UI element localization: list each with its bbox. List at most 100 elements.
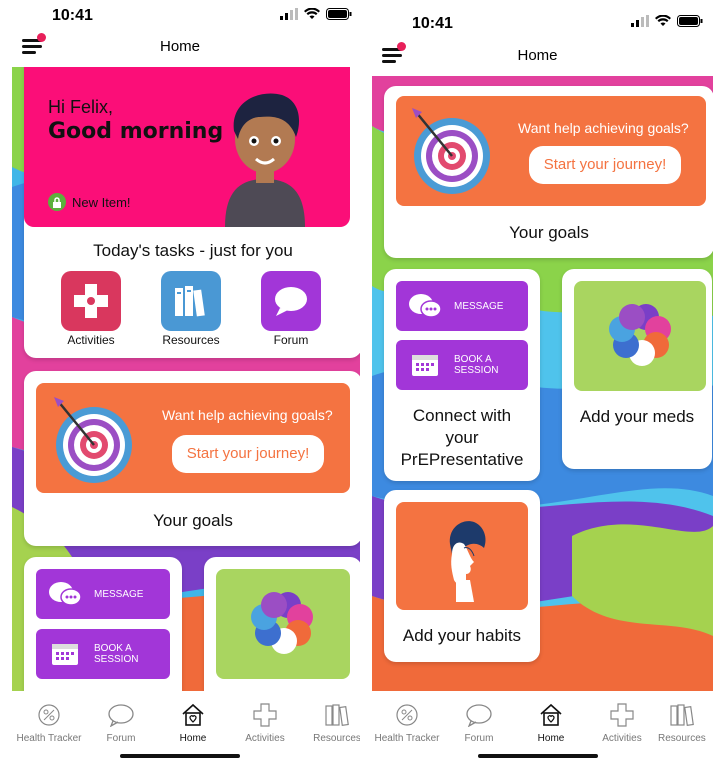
home-indicator bbox=[477, 754, 598, 758]
message-button[interactable]: MESSAGE bbox=[396, 281, 528, 331]
forum-label: Forum bbox=[273, 333, 309, 347]
forum-icon bbox=[466, 704, 492, 727]
signal-icon bbox=[280, 8, 298, 20]
page-title: Home bbox=[159, 38, 200, 55]
book-session-button[interactable]: BOOK A SESSION bbox=[36, 629, 170, 679]
nav-bar: Home bbox=[362, 42, 713, 70]
tab-forum[interactable]: Forum bbox=[444, 701, 514, 744]
meds-title: Add your meds bbox=[579, 407, 695, 426]
goals-card[interactable]: Want help achieving goals? Start your jo… bbox=[24, 371, 360, 546]
pills-flower-icon bbox=[609, 304, 671, 366]
target-icon bbox=[412, 108, 490, 194]
calendar-icon bbox=[408, 352, 442, 378]
message-label: MESSAGE bbox=[454, 300, 504, 312]
status-time: 10:41 bbox=[52, 7, 93, 24]
activities-icon bbox=[610, 703, 634, 727]
home-indicator bbox=[120, 754, 240, 758]
forum-tile[interactable] bbox=[261, 271, 321, 331]
new-item-badge[interactable]: New Item! bbox=[48, 193, 131, 211]
new-item-label: New Item! bbox=[72, 194, 131, 210]
person-head-icon bbox=[449, 521, 486, 602]
home-icon bbox=[182, 703, 204, 726]
target-icon bbox=[54, 397, 132, 483]
connect-title: Connect with your PrEPresentative bbox=[400, 406, 524, 469]
greeting-name: Hi Felix, bbox=[48, 97, 114, 117]
activities-label: Activities bbox=[67, 333, 115, 347]
habits-banner bbox=[396, 502, 528, 610]
tab-forum[interactable]: Forum bbox=[86, 701, 156, 744]
resources-tile[interactable] bbox=[161, 271, 221, 331]
nav-bar: Home bbox=[0, 33, 360, 61]
pills-flower-icon bbox=[251, 592, 313, 654]
resources-icon bbox=[670, 704, 694, 727]
goals-card[interactable]: Want help achieving goals? Start your jo… bbox=[384, 86, 713, 258]
habits-card[interactable]: Add your habits bbox=[384, 490, 540, 662]
book-session-label: BOOK A SESSION bbox=[94, 643, 139, 665]
activities-icon bbox=[253, 703, 277, 727]
battery-icon bbox=[326, 8, 352, 20]
health-tracker-icon bbox=[38, 704, 60, 726]
signal-icon bbox=[631, 15, 649, 27]
meds-card[interactable] bbox=[204, 557, 360, 691]
page-title: Home bbox=[517, 47, 558, 64]
calendar-icon bbox=[48, 641, 82, 667]
message-label: MESSAGE bbox=[94, 588, 144, 600]
health-tracker-icon bbox=[396, 704, 418, 726]
tab-bar: Health Tracker Forum Home Activities Res… bbox=[0, 691, 360, 758]
status-bar: 10:41 bbox=[0, 0, 360, 34]
message-icon bbox=[408, 293, 442, 319]
goals-banner: Want help achieving goals? Start your jo… bbox=[36, 383, 350, 493]
resources-icon bbox=[325, 704, 349, 727]
tasks-title: Today's tasks - just for you bbox=[93, 241, 293, 260]
goals-banner: Want help achieving goals? Start your jo… bbox=[396, 96, 706, 206]
tab-home[interactable]: Home bbox=[158, 701, 228, 744]
message-button[interactable]: MESSAGE bbox=[36, 569, 170, 619]
connect-card: MESSAGE BOOK A SESSION Connect with your … bbox=[384, 269, 540, 481]
greeting-card: Hi Felix, Good morning New Item! Today's… bbox=[24, 67, 360, 358]
greeting-banner: Hi Felix, Good morning New Item! bbox=[24, 67, 350, 227]
tab-activities[interactable]: Activities bbox=[587, 701, 657, 744]
goals-question: Want help achieving goals? bbox=[518, 120, 689, 136]
status-bar: 10:41 bbox=[362, 0, 713, 34]
home-scroll-area[interactable]: Want help achieving goals? Start your jo… bbox=[372, 76, 713, 691]
wifi-icon bbox=[304, 8, 320, 19]
home-icon bbox=[540, 703, 562, 726]
greeting-message: Good morning bbox=[48, 119, 224, 144]
tab-activities[interactable]: Activities bbox=[230, 701, 300, 744]
speech-bubble-icon bbox=[275, 287, 307, 316]
lock-icon bbox=[48, 193, 66, 211]
goals-question: Want help achieving goals? bbox=[162, 407, 333, 423]
phone-screen-home-scrolled: 10:41 Home Want help achieving goals? St… bbox=[362, 0, 713, 758]
status-time: 10:41 bbox=[412, 15, 453, 32]
message-icon bbox=[48, 581, 82, 607]
forum-icon bbox=[108, 704, 134, 727]
meds-banner bbox=[574, 281, 706, 391]
start-journey-button[interactable]: Start your journey! bbox=[529, 146, 681, 184]
battery-icon bbox=[677, 15, 703, 27]
meds-card[interactable]: Add your meds bbox=[562, 269, 712, 469]
activities-tile[interactable] bbox=[61, 271, 121, 331]
book-session-button[interactable]: BOOK A SESSION bbox=[396, 340, 528, 390]
book-session-label: BOOK A SESSION bbox=[454, 354, 499, 376]
tab-home[interactable]: Home bbox=[516, 701, 586, 744]
status-icons bbox=[280, 8, 352, 20]
meds-banner bbox=[216, 569, 350, 679]
resources-label: Resources bbox=[162, 333, 220, 347]
goals-title: Your goals bbox=[509, 223, 589, 242]
tab-bar: Health Tracker Forum Home Activities Res… bbox=[362, 691, 713, 758]
connect-card: MESSAGE BOOK A SESSION bbox=[24, 557, 182, 691]
status-icons bbox=[631, 15, 703, 27]
home-scroll-area[interactable]: Hi Felix, Good morning New Item! Today's… bbox=[12, 67, 360, 691]
tab-health-tracker[interactable]: Health Tracker bbox=[372, 701, 442, 744]
tab-resources[interactable]: Resources bbox=[652, 701, 712, 744]
books-icon bbox=[175, 286, 205, 317]
wifi-icon bbox=[655, 15, 671, 26]
tab-health-tracker[interactable]: Health Tracker bbox=[14, 701, 84, 744]
avatar bbox=[225, 93, 305, 227]
puzzle-icon bbox=[74, 284, 108, 318]
tab-resources[interactable]: Resources bbox=[302, 701, 360, 744]
goals-title: Your goals bbox=[153, 511, 233, 530]
start-journey-button[interactable]: Start your journey! bbox=[172, 435, 324, 473]
habits-title: Add your habits bbox=[402, 626, 522, 645]
phone-screen-home-top: 10:41 Home Hi Felix, Good morning New It… bbox=[0, 0, 360, 758]
